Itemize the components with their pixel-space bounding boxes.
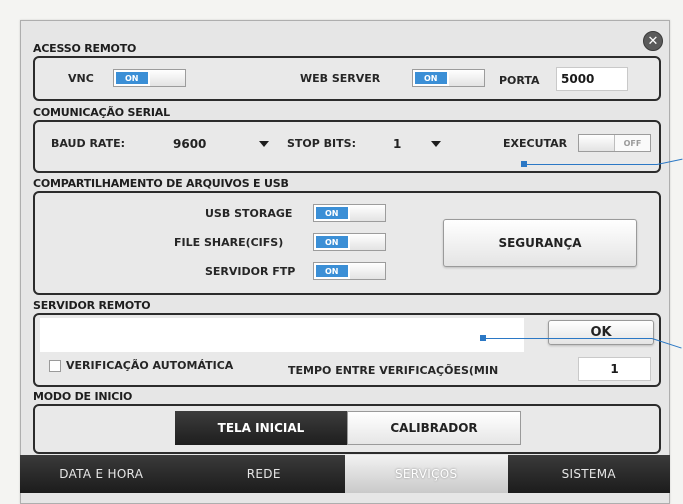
seguranca-button[interactable]: SEGURANÇA [443, 219, 637, 267]
vnc-toggle[interactable]: ON [113, 69, 186, 87]
callout-line [527, 164, 657, 165]
section-title-compartilhamento: COMPARTILHAMENTO DE ARQUIVOS E USB [33, 177, 289, 190]
toggle-knob [349, 205, 385, 221]
chevron-down-icon [431, 141, 441, 147]
stop-bits-select[interactable]: 1 [393, 134, 441, 154]
tempo-input[interactable]: 1 [578, 357, 651, 381]
vnc-label: VNC [68, 72, 94, 85]
section-title-acesso-remoto: ACESSO REMOTO [33, 42, 137, 55]
close-button[interactable]: ✕ [643, 31, 663, 51]
porta-label: PORTA [499, 74, 540, 87]
toggle-knob [579, 135, 615, 151]
stop-bits-label: STOP BITS: [287, 137, 356, 150]
file-share-toggle-state: ON [314, 234, 350, 250]
baud-rate-label: BAUD RATE: [51, 137, 125, 150]
web-server-label: WEB SERVER [300, 72, 381, 85]
servidor-ftp-toggle[interactable]: ON [313, 262, 386, 280]
chevron-down-icon [259, 141, 269, 147]
calibrador-button[interactable]: CALIBRADOR [347, 411, 521, 445]
baud-rate-select[interactable]: 9600 [173, 134, 269, 154]
web-server-toggle[interactable]: ON [412, 69, 485, 87]
file-share-label: FILE SHARE(CIFS) [174, 236, 284, 249]
usb-storage-label: USB STORAGE [205, 207, 293, 220]
close-icon: ✕ [647, 33, 659, 49]
tela-inicial-button[interactable]: TELA INICIAL [175, 411, 347, 445]
callout-line [486, 338, 652, 339]
file-share-toggle[interactable]: ON [313, 233, 386, 251]
baud-rate-value: 9600 [173, 137, 207, 151]
toggle-knob [349, 234, 385, 250]
vnc-toggle-state: ON [114, 70, 150, 86]
usb-storage-toggle[interactable]: ON [313, 204, 386, 222]
stop-bits-value: 1 [393, 137, 402, 151]
executar-label: EXECUTAR [503, 137, 568, 150]
executar-toggle-state: OFF [615, 135, 650, 151]
section-title-comunicacao-serial: COMUNICAÇÃO SERIAL [33, 106, 170, 119]
tempo-label: TEMPO ENTRE VERIFICAÇÕES(MIN [288, 364, 499, 377]
verificacao-label: VERIFICAÇÃO AUTOMÁTICA [66, 359, 234, 372]
tab-sistema[interactable]: SISTEMA [508, 455, 671, 493]
server-address-input[interactable] [40, 318, 524, 352]
ok-button[interactable]: OK [548, 320, 654, 345]
toggle-knob [448, 70, 484, 86]
web-server-toggle-state: ON [413, 70, 449, 86]
usb-storage-toggle-state: ON [314, 205, 350, 221]
servidor-ftp-label: SERVIDOR FTP [205, 265, 296, 278]
section-title-servidor-remoto: SERVIDOR REMOTO [33, 299, 151, 312]
porta-input[interactable]: 5000 [556, 67, 628, 91]
tab-servicos[interactable]: SERVIÇOS [345, 455, 508, 493]
verificacao-checkbox[interactable] [49, 360, 61, 372]
section-title-modo-de-inicio: MODO DE INICIO [33, 390, 133, 403]
tab-rede[interactable]: REDE [183, 455, 346, 493]
toggle-knob [349, 263, 385, 279]
executar-toggle[interactable]: OFF [578, 134, 651, 152]
toggle-knob [149, 70, 185, 86]
servidor-ftp-toggle-state: ON [314, 263, 350, 279]
tab-data-e-hora[interactable]: DATA E HORA [20, 455, 183, 493]
tab-bar: DATA E HORA REDE SERVIÇOS SISTEMA [20, 455, 670, 493]
